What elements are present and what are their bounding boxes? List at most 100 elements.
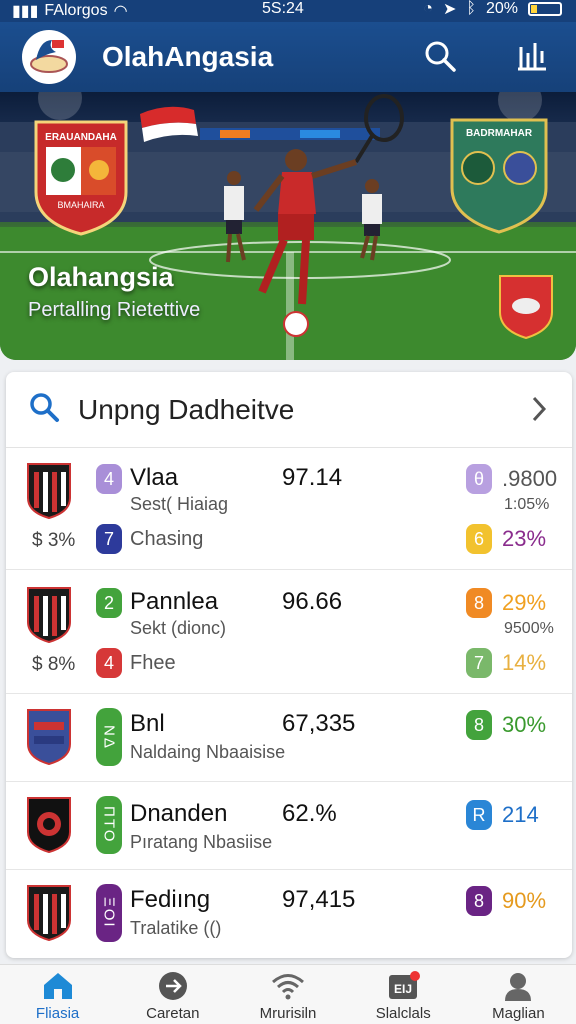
stat-value: 30% xyxy=(502,712,547,737)
team-name: Fediıng xyxy=(130,886,211,913)
nav-item-slalclals[interactable]: EIJ Slalclals xyxy=(346,965,461,1024)
list-item[interactable]: ΝΔ Bnl Naldaing Nbaaisise 67,335 8 30% xyxy=(6,694,572,782)
rank-badge: ΠΤΟ xyxy=(96,796,122,854)
list-item[interactable]: ΞΟΙ Fediıng Tralatike (() 97,415 8 90% xyxy=(6,870,572,958)
team-name: Vlaa xyxy=(130,464,179,491)
alarm-icon: ◔ xyxy=(423,0,433,17)
stat-badge-2: 7 xyxy=(466,648,492,678)
svg-text:BADRMAHAR: BADRMAHAR xyxy=(466,128,533,139)
team-subtitle: Pıratang Nbasiise xyxy=(130,832,273,852)
nav-item-caretan[interactable]: Caretan xyxy=(115,965,230,1024)
secondary-rank-badge: 7 xyxy=(96,524,122,554)
stat-value: 214 xyxy=(502,802,539,827)
battery-percent: 20% xyxy=(485,0,518,17)
stat-badge: 8 xyxy=(466,886,492,916)
location-icon: ➤ xyxy=(442,1,457,18)
svg-text:ERAUANDAHA: ERAUANDAHA xyxy=(45,132,117,143)
stats-icon[interactable] xyxy=(512,36,552,76)
nav-label: Caretan xyxy=(146,1005,200,1022)
app-logo[interactable] xyxy=(22,30,76,84)
chevron-right-icon[interactable] xyxy=(528,394,550,429)
team-percent: $ 3% xyxy=(32,530,76,551)
carrier-label: FAlorgos xyxy=(44,2,108,19)
card-title: Unpng Dadheitve xyxy=(78,393,295,425)
svg-text:BMAHAIRA: BMAHAIRA xyxy=(57,200,104,210)
bluetooth-icon: ᛒ xyxy=(466,0,476,17)
nav-item-mrurisiln[interactable]: Mrurisiln xyxy=(230,965,345,1024)
status-left: ▮▮▮ FAlorgos ◠ xyxy=(12,1,128,21)
team-crest-icon xyxy=(27,587,71,644)
signal-icon: ▮▮▮ xyxy=(12,3,39,20)
list-item[interactable]: 4 Vlaa Sest( Hiaiag 97.14 $ 3% 7 Chasing… xyxy=(6,448,572,570)
bottom-nav: Fliasia Caretan Mrurisiln EIJ Slalclals … xyxy=(0,964,576,1024)
team-percent: $ 8% xyxy=(32,654,76,675)
hero-title: Olahangsia xyxy=(28,262,174,292)
stat-badge: 8 xyxy=(466,588,492,618)
team-name: Dnanden xyxy=(130,800,228,827)
stat-badge: R xyxy=(466,800,492,830)
status-bar: ▮▮▮ FAlorgos ◠ 5S:24 ◔ ➤ ᛒ 20% xyxy=(0,0,576,22)
stat-value-2: 23% xyxy=(502,526,547,551)
secondary-label: Fhee xyxy=(130,652,176,674)
list-item[interactable]: 2 Pannlea Sekt (dionc) 96.66 $ 8% 4 Fhee… xyxy=(6,570,572,694)
team-subtitle: Naldaing Nbaaisise xyxy=(130,742,286,762)
team-crest-icon xyxy=(27,709,71,766)
stat-badge: θ xyxy=(466,464,492,494)
team-crest-icon xyxy=(27,463,71,520)
nav-label: Slalclals xyxy=(375,1005,431,1022)
stat-value-2: 14% xyxy=(502,650,547,675)
search-icon xyxy=(28,391,60,428)
team-subtitle: Sekt (dionc) xyxy=(130,618,227,638)
rank-badge: ΞΟΙ xyxy=(96,884,122,942)
stat-value: .9800 xyxy=(502,466,558,491)
nav-label: Maglian xyxy=(492,1005,545,1022)
app-title: OlahAngasia xyxy=(102,41,274,72)
secondary-label: Chasing xyxy=(130,528,204,550)
battery-icon xyxy=(528,2,562,16)
team-name: Bnl xyxy=(130,710,165,737)
stat-badge: 8 xyxy=(466,710,492,740)
hero-banner[interactable]: ERAUANDAHA BMAHAIRA BADRMAHAR Olahangsia… xyxy=(0,92,576,360)
header-actions xyxy=(420,36,552,76)
stat-sub: 9500% xyxy=(504,620,554,637)
nav-label: Fliasia xyxy=(35,1005,80,1022)
home-icon xyxy=(43,973,72,999)
team-subtitle: Tralatike (() xyxy=(130,918,222,938)
team-crest-icon xyxy=(27,885,71,942)
list-item[interactable]: ΠΤΟ Dnanden Pıratang Nbasiise 62.% R 214 xyxy=(6,782,572,870)
svg-text:EIJ: EIJ xyxy=(394,982,412,996)
team-score: 97,415 xyxy=(282,886,356,913)
team-name: Pannlea xyxy=(130,588,219,615)
team-subtitle: Sest( Hiaiag xyxy=(130,494,229,514)
clock: 5S:24 xyxy=(262,0,304,17)
left-crest: ERAUANDAHA BMAHAIRA xyxy=(34,120,128,236)
search-icon[interactable] xyxy=(420,36,460,76)
wifi-status-icon: ◠ xyxy=(113,3,128,20)
arrow-circle-icon xyxy=(158,972,187,1000)
rank-badge: ΝΔ xyxy=(96,708,122,766)
profile-icon xyxy=(505,973,532,1001)
stat-badge-2: 6 xyxy=(466,524,492,554)
nav-item-home[interactable]: Fliasia xyxy=(0,965,115,1024)
wifi-icon xyxy=(272,974,304,1000)
ranking-card: Unpng Dadheitve 4 Vlaa Sest( Hiaiag 97.1… xyxy=(6,372,572,958)
secondary-rank-badge: 4 xyxy=(96,648,122,678)
stat-value: 90% xyxy=(502,888,547,913)
stat-value: 29% xyxy=(502,590,547,615)
rank-badge: 2 xyxy=(96,588,122,618)
team-score: 62.% xyxy=(282,800,337,827)
app-header: OlahAngasia xyxy=(0,22,576,92)
nav-label: Mrurisiln xyxy=(259,1005,317,1022)
right-crest: BADRMAHAR xyxy=(450,118,548,234)
card-header[interactable]: Unpng Dadheitve xyxy=(6,372,572,448)
team-crest-icon xyxy=(27,797,71,854)
notification-dot xyxy=(409,971,420,981)
team-score: 67,335 xyxy=(282,710,356,737)
hero-subtitle: Pertalling Rietettive xyxy=(28,299,201,321)
logo-emblem-icon xyxy=(30,40,68,73)
rank-badge: 4 xyxy=(96,464,122,494)
team-score: 96.66 xyxy=(282,588,343,615)
team-score: 97.14 xyxy=(282,464,343,491)
nav-item-maglian[interactable]: Maglian xyxy=(461,965,576,1024)
small-crest xyxy=(499,275,553,340)
